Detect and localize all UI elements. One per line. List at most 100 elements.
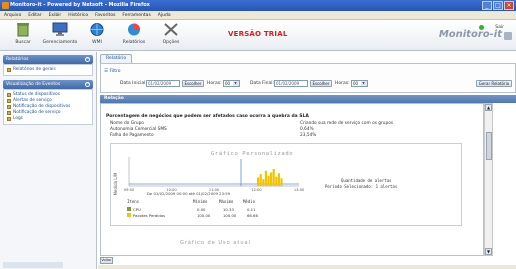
chart-bar [270,172,273,186]
chart-container: Gráfico Personalizado Medida L/M 09:00 10… [110,143,462,226]
custom-chart: Gráfico Personalizado Medida L/M 09:00 10… [113,150,398,218]
window-title-bar: Monitoro-it - Powered by Netsoft - Mozil… [0,0,516,11]
end-hour-select[interactable]: 00 [351,80,368,87]
toolbar-button-wmi[interactable]: WMI [79,22,115,45]
sidebar-section-body: Relatórios de gerais [3,64,93,76]
chart-x-tick-label: 13:00 [294,188,305,192]
folder-icon [7,111,11,115]
start-date-picker-button[interactable]: Escolher [182,80,204,87]
sidebar-item-logs[interactable]: Logs [7,116,92,122]
chart-bar [259,174,262,186]
chart-bar [262,179,265,186]
trash-bin-icon [17,23,29,37]
menu-tools[interactable]: Ferramentas [122,11,150,19]
scroll-up-arrow[interactable]: ▲ [485,104,492,111]
chart-table-cell: 0.00 [197,207,206,212]
chart-table-cell: 0.11 [247,207,256,212]
filter-box [100,63,516,93]
toolbar-button-opcoes[interactable]: Opções [153,22,189,45]
pie-chart-icon [128,23,140,36]
globe-icon [90,23,104,36]
vertical-scrollbar[interactable]: ▲ ▼ [484,103,493,256]
collapse-icon[interactable]: ^ [85,82,90,87]
window-title: Monitoro-it - Powered by Netsoft - Mozil… [10,2,150,8]
menu-bar: Arquivo Editar Exibir Histórico Favorito… [0,11,516,20]
tab-bar: Relatório [100,54,133,63]
menu-bookmarks[interactable]: Favoritos [95,11,115,19]
end-date-input[interactable]: 01/02/2009 [274,80,308,87]
chart-side-text-1: Quantidade de alertas [341,178,392,183]
scrollbar-thumb[interactable] [486,132,492,160]
app-icon [2,2,9,9]
menu-history[interactable]: Histórico [68,11,88,19]
chart-table-cell: 100.00 [197,213,211,218]
chart-bar [277,173,280,186]
start-hour-select[interactable]: 00 [223,80,240,87]
start-date-input[interactable]: 01/02/2009 [146,80,180,87]
generate-report-button[interactable]: Gerar Relatório [476,80,512,87]
chart-legend-label: Pacotes Perdidos [133,213,165,218]
chart-table-header: Máximo [219,199,234,204]
brand-logo-icon [504,32,512,40]
monitor-icon [52,22,68,36]
tools-icon [164,23,178,36]
chart-table-header: Médio [243,199,256,204]
toolbar-button-gerenciamento[interactable]: Gerenciamento [42,22,78,45]
start-hour-label: Horas: [207,81,222,86]
chart-bar [272,169,275,186]
chart-bar [275,176,278,186]
end-date-picker-button[interactable]: Escolher [310,80,332,87]
chart-table-cell: 100.00 [223,213,237,218]
start-date-label: Data Inicial: [120,81,147,86]
window-controls: _ □ × [482,1,514,10]
sidebar-section-body: Status de dispositivos Alertas de serviç… [3,89,93,125]
back-button[interactable]: Voltar [100,257,113,264]
sidebar-section-relatorios[interactable]: Relatórios ^ [3,55,93,64]
menu-help[interactable]: Ajuda [158,11,171,19]
minimize-button[interactable]: _ [482,1,492,10]
folder-icon [7,117,11,121]
folder-icon [7,93,11,97]
chart-stats-table: Itens Mínimo Máximo Médio CPU 0.00 10.33 0.11 Pa… [127,199,258,218]
folder-icon [7,68,11,72]
scroll-down-arrow[interactable]: ▼ [485,248,492,255]
end-hour-label: Horas: [335,81,350,86]
chart-table-header: Itens [127,199,140,204]
chart-y-label: Medida L/M [113,172,118,195]
filter-label: ☰ Filtro [104,69,121,74]
brand-logo-text: Monitoro-it [438,29,502,40]
section-title: Porcentagem de negócios que podem ser af… [106,114,309,119]
chart-legend-swatch [127,207,131,211]
close-button[interactable]: × [504,1,514,10]
chart-legend-swatch [127,213,131,217]
chart-title: Gráfico Personalizado [211,150,293,157]
collapse-icon[interactable]: ^ [85,57,90,62]
menu-edit[interactable]: Editar [28,11,41,19]
kv-value: 23,54% [300,133,317,138]
chart-legend-label: CPU [133,207,141,212]
menu-view[interactable]: Exibir [49,11,62,19]
chart-table-cell: 66.66 [247,213,258,218]
menu-file[interactable]: Arquivo [4,11,21,19]
sidebar-section-eventos[interactable]: Visualização de Eventos ^ [3,80,93,89]
chart-2-title: Gráfico de Uso atual [180,240,251,246]
tab-relatorio[interactable]: Relatório [100,54,133,63]
chart-bar [257,177,260,186]
trial-version-banner: VERSÃO TRIAL [228,30,288,38]
toolbar-button-relatorios[interactable]: Relatórios [116,22,152,45]
kv-value: 0,64% [300,127,314,132]
kv-label: Falha de Pagamento [110,133,154,138]
result-header: Relação [100,95,516,103]
maximize-button[interactable]: □ [493,1,503,10]
toolbar-button-buscar[interactable]: Buscar [5,22,41,45]
chart-bar [267,175,270,186]
chart-table-cell: 10.33 [223,207,234,212]
end-date-label: Data Final: [250,81,275,86]
sidebar-item-relatorios-gerais[interactable]: Relatórios de gerais [7,67,92,73]
chart-side-text-2: Período Selecionado: 1 alertas [325,184,398,189]
status-bar [98,265,516,269]
chart-plot-area: 09:00 10:00 11:00 12:00 13:00 [124,157,305,192]
chart-x-tick-label: 12:00 [251,188,262,192]
sidebar-footer [3,262,63,268]
kv-label: Autonomia Comercial SMS [110,127,167,132]
